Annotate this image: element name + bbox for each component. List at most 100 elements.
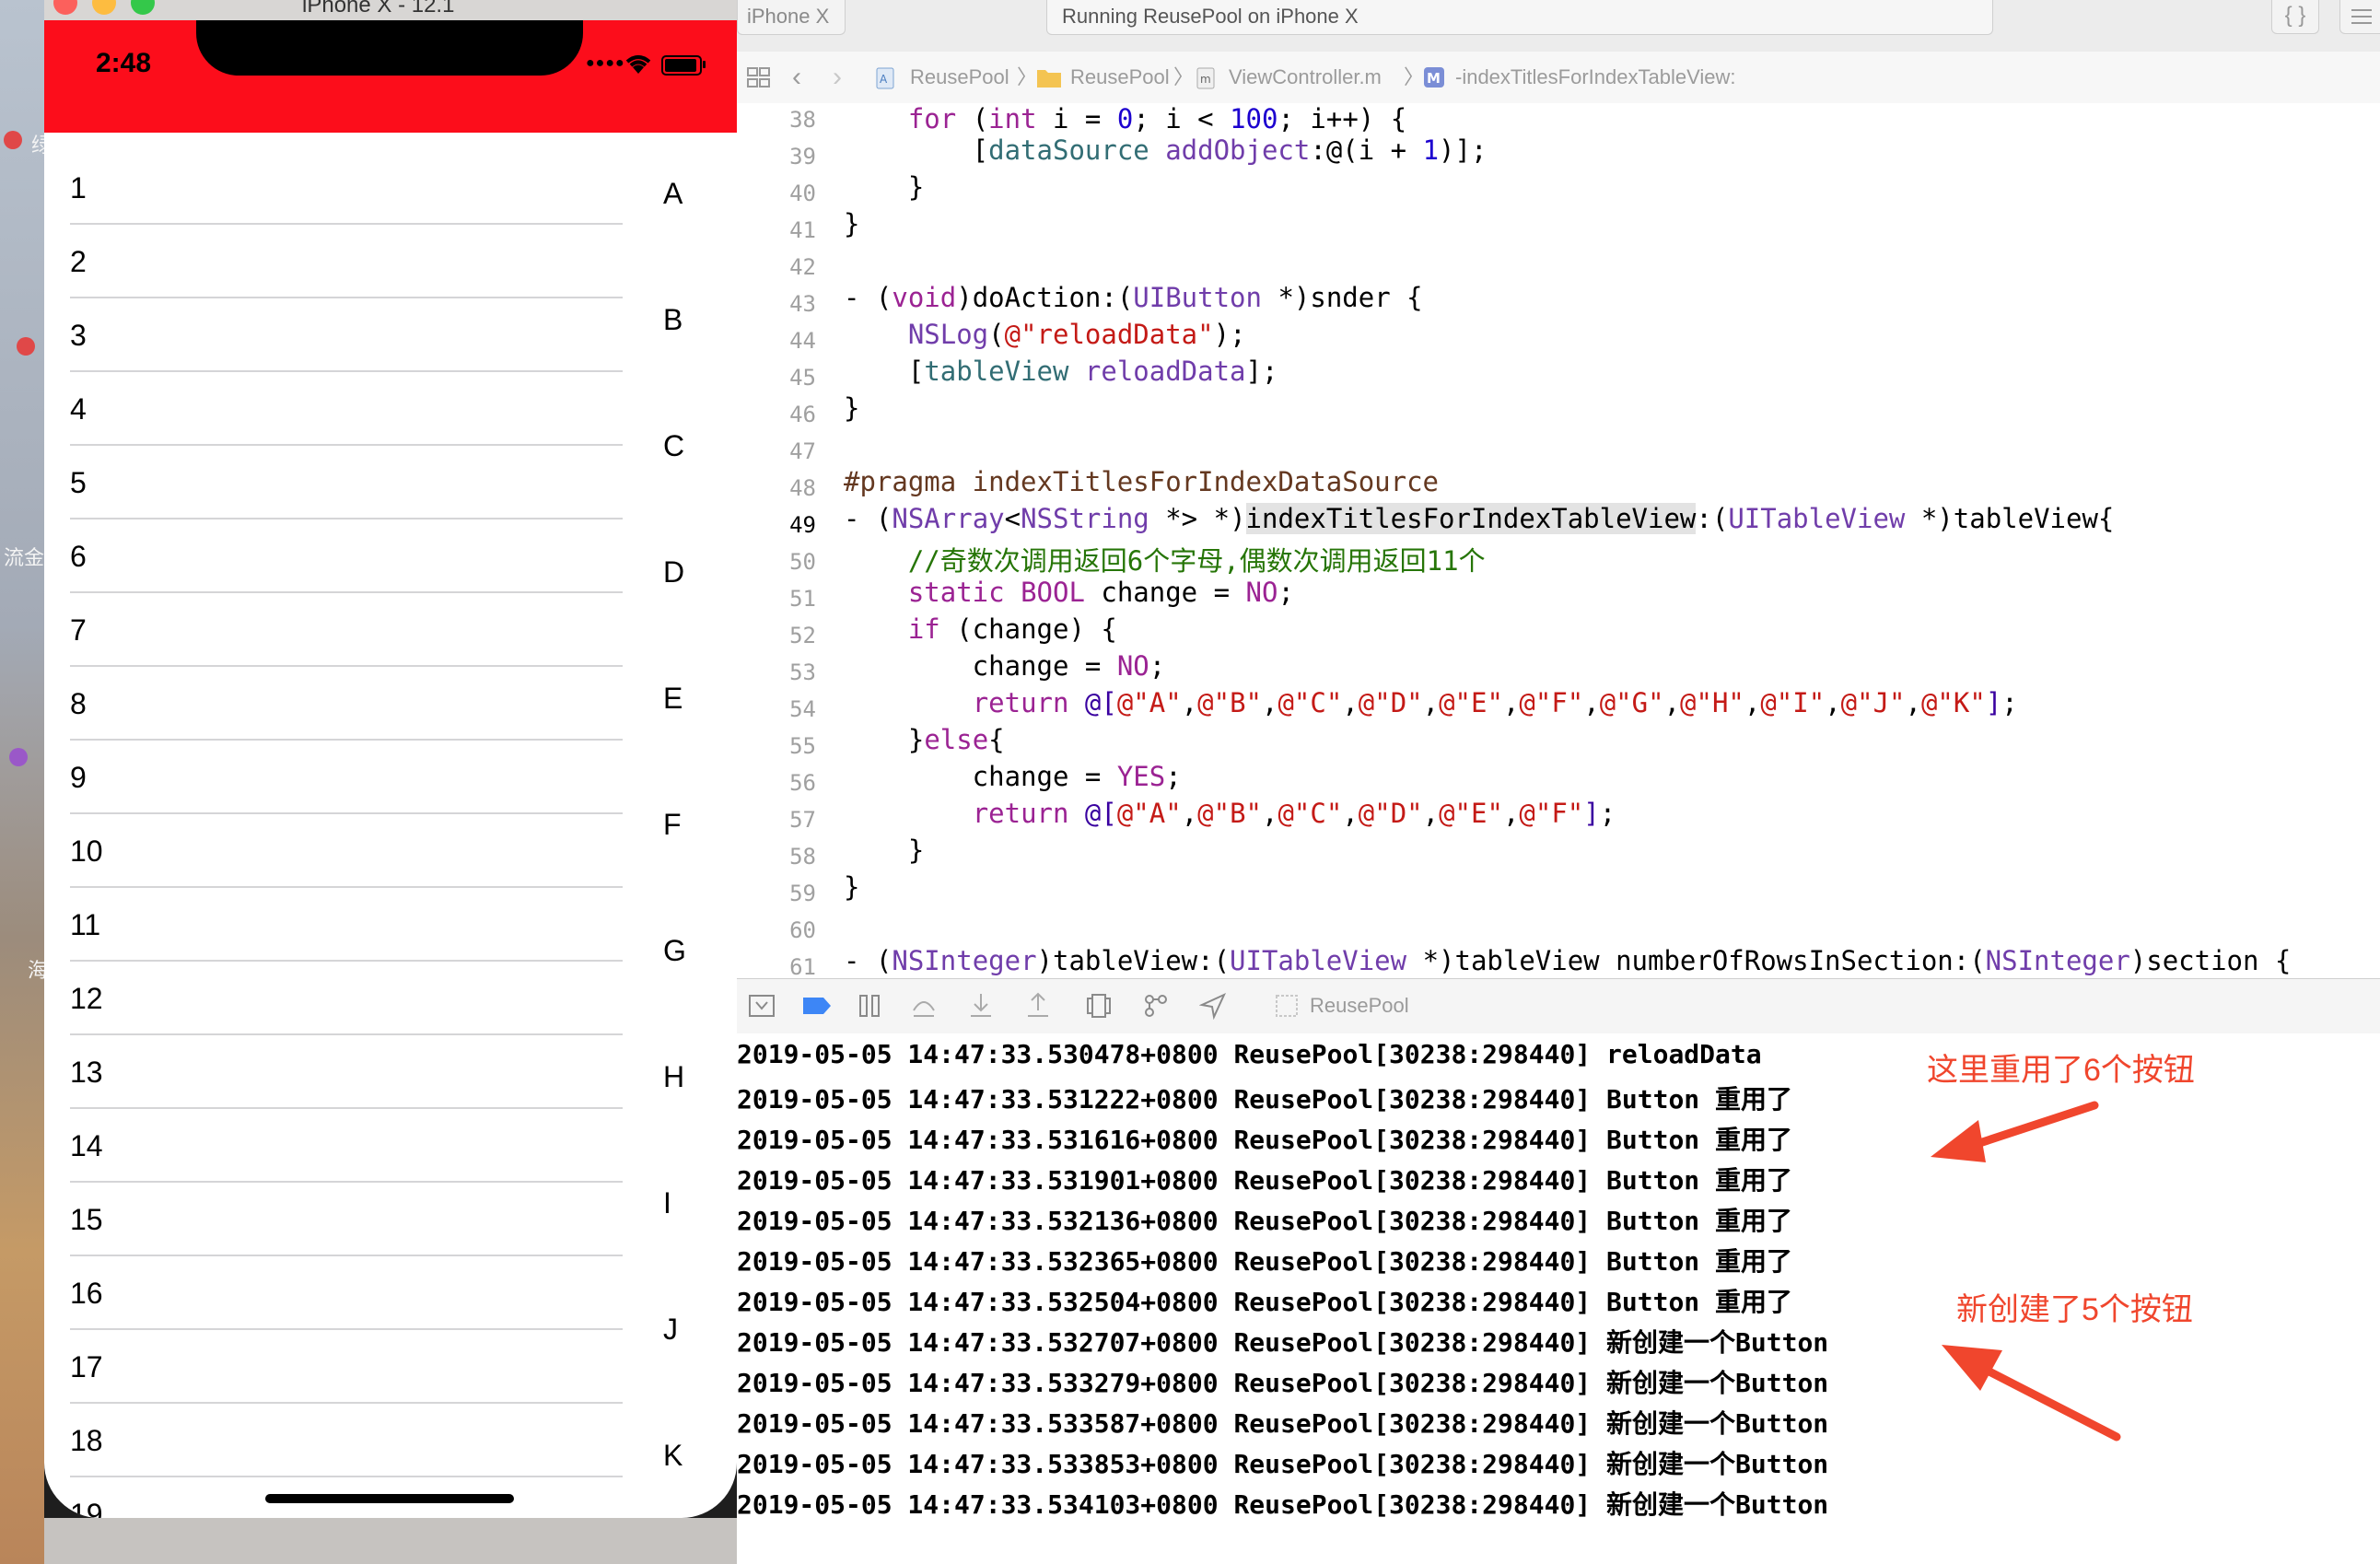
svg-text:M: M — [1427, 70, 1441, 87]
row-label: 19 — [70, 1498, 103, 1518]
table-row[interactable]: 11 — [70, 888, 623, 962]
line-number[interactable]: 45 — [737, 365, 816, 391]
table-row[interactable]: 13 — [70, 1035, 623, 1109]
row-label: 12 — [70, 982, 103, 1015]
line-number[interactable]: 50 — [737, 549, 816, 575]
table-row[interactable]: 1 — [70, 151, 623, 225]
line-number[interactable]: 54 — [737, 696, 816, 722]
line-number[interactable]: 48 — [737, 475, 816, 501]
line-number[interactable]: 43 — [737, 291, 816, 317]
jump-bar-method[interactable]: -indexTitlesForIndexTableView: — [1455, 52, 1735, 103]
console-line: 2019-05-05 14:47:33.531616+0800 ReusePoo… — [737, 1125, 1793, 1155]
table-row[interactable]: 16 — [70, 1256, 623, 1330]
index-title[interactable]: B — [663, 303, 682, 337]
home-indicator[interactable] — [265, 1494, 514, 1503]
desktop-background: 绿 流金 海 — [0, 0, 52, 1564]
hide-debug-area-icon[interactable] — [748, 992, 776, 1026]
debug-bar: ReusePool — [737, 978, 2380, 1035]
run-destination-selector[interactable]: iPhone X — [737, 0, 846, 35]
row-label: 17 — [70, 1350, 103, 1383]
forward-arrow-icon[interactable]: › — [833, 52, 842, 103]
chevron-right-icon: 〉 — [1404, 65, 1425, 88]
zoom-window-button[interactable] — [131, 0, 155, 15]
line-number[interactable]: 60 — [737, 917, 816, 943]
line-number[interactable]: 55 — [737, 733, 816, 759]
table-row[interactable]: 10 — [70, 814, 623, 888]
console-line: 2019-05-05 14:47:33.532504+0800 ReusePoo… — [737, 1287, 1793, 1317]
xcode-window: iPhone X Running ReusePool on iPhone X {… — [737, 0, 2380, 1564]
index-title[interactable]: E — [663, 682, 682, 716]
line-number[interactable]: 52 — [737, 623, 816, 648]
source-editor[interactable]: 38 39 40 41 42 43 44 45 46 47 48 49 50 51 52 53 54 55 56 57… — [737, 103, 2380, 978]
breakpoints-toggle-icon[interactable] — [801, 992, 833, 1026]
desktop-icon-dot[interactable] — [4, 131, 22, 149]
index-title[interactable]: F — [663, 808, 682, 842]
table-row[interactable]: 7 — [70, 593, 623, 667]
line-number[interactable]: 61 — [737, 954, 816, 978]
line-number[interactable]: 42 — [737, 254, 816, 280]
editor-menu-button[interactable] — [2339, 0, 2380, 34]
line-number[interactable]: 46 — [737, 402, 816, 427]
jump-bar-group[interactable]: ReusePool — [1070, 52, 1170, 103]
jump-bar-file[interactable]: ViewController.m — [1229, 52, 1382, 103]
step-over-icon[interactable] — [910, 992, 938, 1026]
table-row[interactable]: 4 — [70, 372, 623, 446]
table-row[interactable]: 5 — [70, 446, 623, 519]
table-row[interactable]: 3 — [70, 298, 623, 372]
line-number[interactable]: 59 — [737, 881, 816, 906]
line-number[interactable]: 58 — [737, 844, 816, 870]
index-title[interactable]: K — [663, 1439, 682, 1473]
line-number[interactable]: 40 — [737, 181, 816, 206]
code-line: return @[@"A",@"B",@"C",@"D",@"E",@"F"]; — [972, 798, 1616, 829]
index-title[interactable]: C — [663, 429, 684, 463]
line-number[interactable]: 39 — [737, 144, 816, 169]
index-title[interactable]: D — [663, 555, 684, 589]
line-number[interactable]: 44 — [737, 328, 816, 354]
table-row[interactable]: 12 — [70, 962, 623, 1035]
table-row[interactable]: 6 — [70, 519, 623, 593]
code-line: } — [844, 871, 860, 903]
close-window-button[interactable] — [53, 0, 77, 15]
index-title[interactable]: G — [663, 934, 686, 968]
back-arrow-icon[interactable]: ‹ — [792, 52, 801, 103]
jump-bar-project[interactable]: ReusePool — [910, 52, 1009, 103]
index-title[interactable]: J — [663, 1313, 678, 1347]
line-number[interactable]: 41 — [737, 217, 816, 243]
memory-graph-icon[interactable] — [1142, 992, 1170, 1026]
index-title[interactable]: H — [663, 1060, 684, 1094]
line-number[interactable]: 56 — [737, 770, 816, 796]
line-number[interactable]: 51 — [737, 586, 816, 612]
index-title[interactable]: I — [663, 1186, 671, 1220]
step-into-icon[interactable] — [967, 992, 995, 1026]
table-row[interactable]: 15 — [70, 1183, 623, 1256]
cellular-signal-icon: ●●●● — [586, 55, 625, 71]
desktop-icon-dot[interactable] — [17, 337, 35, 356]
index-title[interactable]: A — [663, 177, 682, 211]
code-line: if (change) { — [907, 613, 1117, 645]
step-out-icon[interactable] — [1024, 992, 1052, 1026]
table-row[interactable]: 17 — [70, 1330, 623, 1404]
simulate-location-icon[interactable] — [1198, 992, 1227, 1026]
view-hierarchy-icon[interactable] — [1085, 992, 1113, 1026]
table-row[interactable]: 8 — [70, 667, 623, 741]
line-number[interactable]: 53 — [737, 659, 816, 685]
line-number[interactable]: 57 — [737, 807, 816, 833]
table-row[interactable]: 18 — [70, 1404, 623, 1477]
desktop-icon-dot[interactable] — [9, 748, 28, 766]
braces-icon[interactable]: { } — [2271, 0, 2319, 34]
line-number[interactable]: 47 — [737, 438, 816, 464]
line-number[interactable]: 38 — [737, 107, 816, 133]
table-row[interactable]: 2 — [70, 225, 623, 298]
console-line: 2019-05-05 14:47:33.533587+0800 ReusePoo… — [737, 1408, 1829, 1439]
minimize-window-button[interactable] — [92, 0, 116, 15]
table-row[interactable]: 9 — [70, 741, 623, 814]
row-label: 16 — [70, 1277, 103, 1310]
table-row[interactable]: 14 — [70, 1109, 623, 1183]
console-line: 2019-05-05 14:47:33.530478+0800 ReusePoo… — [737, 1039, 1762, 1069]
simulator-titlebar: iPhone X - 12.1 — [44, 0, 737, 20]
line-number[interactable]: 49 — [737, 512, 816, 538]
code-line: #pragma indexTitlesForIndexDataSource — [844, 466, 1440, 497]
console-line: 2019-05-05 14:47:33.532707+0800 ReusePoo… — [737, 1327, 1829, 1358]
pause-icon[interactable] — [857, 992, 882, 1026]
app-target-icon — [1275, 992, 1299, 1026]
